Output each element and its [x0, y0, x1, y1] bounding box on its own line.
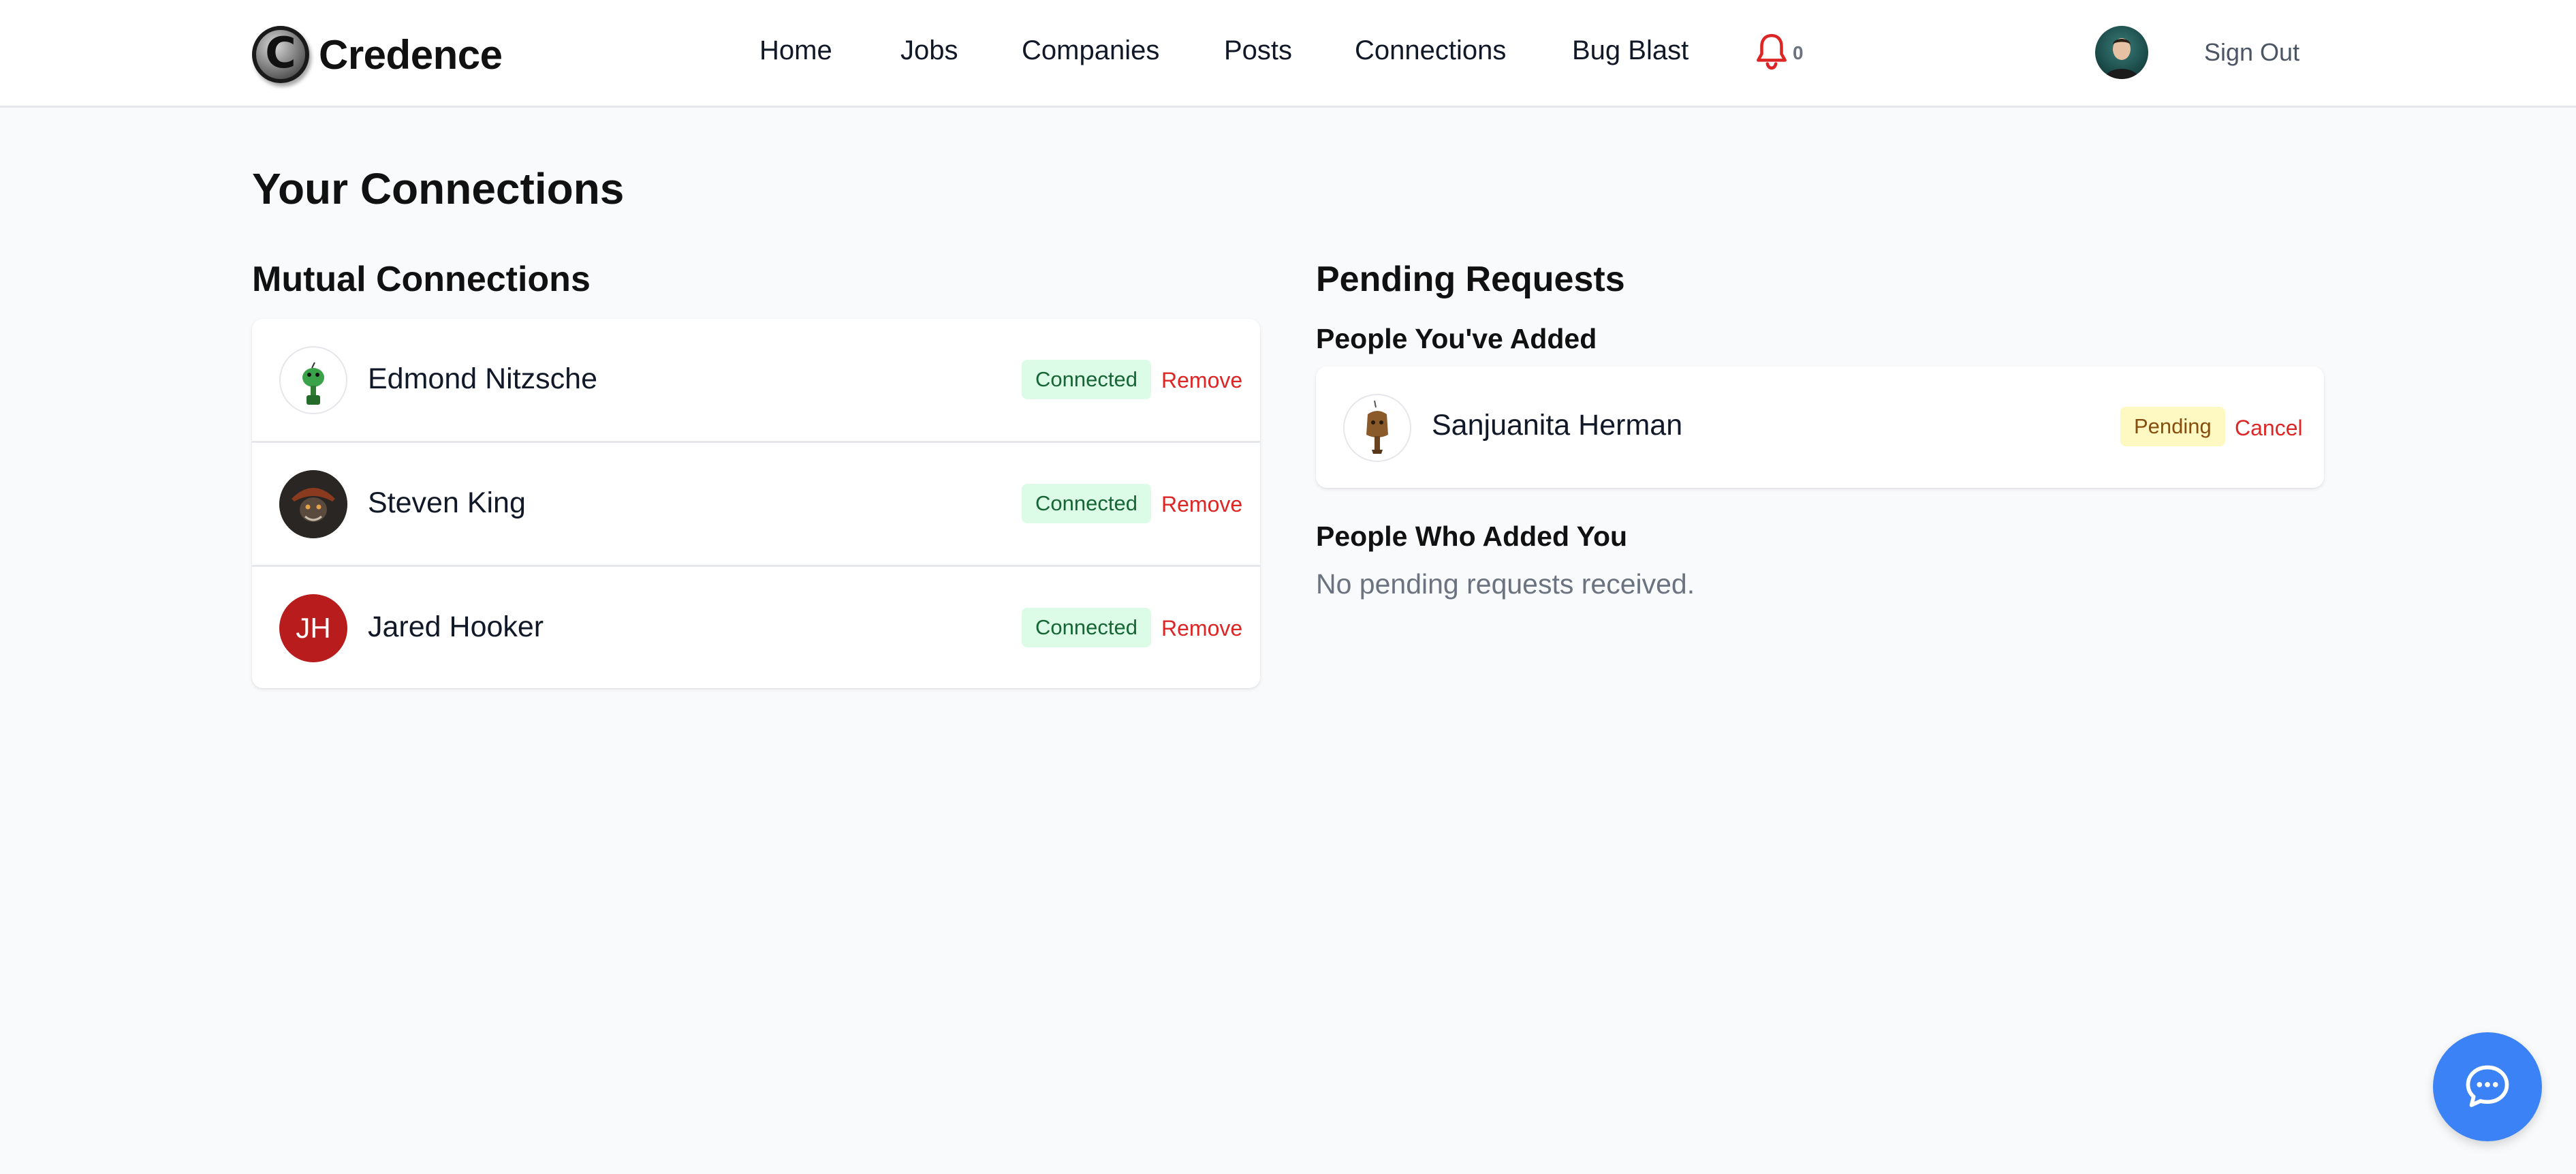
brand-name: Credence [319, 31, 503, 78]
status-badge: Pending [2120, 407, 2225, 446]
user-avatar[interactable] [2095, 26, 2148, 79]
people-who-added-you-heading: People Who Added You [1316, 521, 1628, 552]
connection-row: Steven King Connected Remove [252, 443, 1260, 567]
request-name: Sanjuanita Herman [1432, 409, 1683, 442]
cancel-request-button[interactable]: Cancel [2235, 416, 2303, 441]
status-badge: Connected [1022, 608, 1151, 647]
page-title: Your Connections [252, 164, 625, 213]
nav-companies[interactable]: Companies [1022, 35, 1159, 66]
notification-count: 0 [1793, 42, 1804, 63]
avatar[interactable] [279, 470, 347, 538]
empty-received-message: No pending requests received. [1316, 568, 1695, 600]
connection-name: Edmond Nitzsche [368, 362, 597, 395]
green-character-icon [302, 362, 324, 405]
nav-posts[interactable]: Posts [1224, 35, 1292, 66]
pending-requests-heading: Pending Requests [1316, 260, 1625, 299]
chat-button[interactable] [2433, 1032, 2542, 1141]
brand-logo[interactable]: C Credence [252, 24, 503, 85]
avatar[interactable]: JH [279, 594, 347, 662]
sent-requests-list: Sanjuanita Herman Pending Cancel [1316, 367, 2324, 488]
user-photo-icon [2105, 38, 2139, 79]
mutual-connections-list: Edmond Nitzsche Connected Remove Steven … [252, 319, 1260, 688]
nav-connections[interactable]: Connections [1355, 35, 1506, 66]
connection-row: JH Jared Hooker Connected Remove [252, 567, 1260, 691]
people-you-added-heading: People You've Added [1316, 323, 1597, 354]
connection-name: Steven King [368, 486, 526, 519]
pending-request-row: Sanjuanita Herman Pending Cancel [1316, 367, 2324, 488]
connection-row: Edmond Nitzsche Connected Remove [252, 319, 1260, 443]
nav-bug-blast[interactable]: Bug Blast [1572, 35, 1688, 66]
wooden-figure-icon [1366, 400, 1388, 454]
status-badge: Connected [1022, 484, 1151, 523]
nav-jobs[interactable]: Jobs [900, 35, 958, 66]
pirate-character-icon [279, 470, 347, 538]
chat-bubble-icon [2466, 1065, 2509, 1107]
brand-mark-icon: C [252, 26, 309, 83]
avatar[interactable] [279, 346, 347, 414]
status-badge: Connected [1022, 360, 1151, 399]
remove-connection-button[interactable]: Remove [1161, 492, 1242, 517]
mutual-connections-heading: Mutual Connections [252, 260, 591, 299]
connection-name: Jared Hooker [368, 611, 544, 643]
remove-connection-button[interactable]: Remove [1161, 368, 1242, 393]
avatar[interactable] [1343, 394, 1411, 462]
sign-out-link[interactable]: Sign Out [2204, 38, 2299, 67]
nav-home[interactable]: Home [759, 35, 832, 66]
bell-icon[interactable] [1755, 33, 1789, 72]
top-navbar: C Credence Home Jobs Companies Posts Con… [0, 0, 2576, 108]
remove-connection-button[interactable]: Remove [1161, 616, 1242, 641]
avatar-initials: JH [296, 612, 331, 644]
